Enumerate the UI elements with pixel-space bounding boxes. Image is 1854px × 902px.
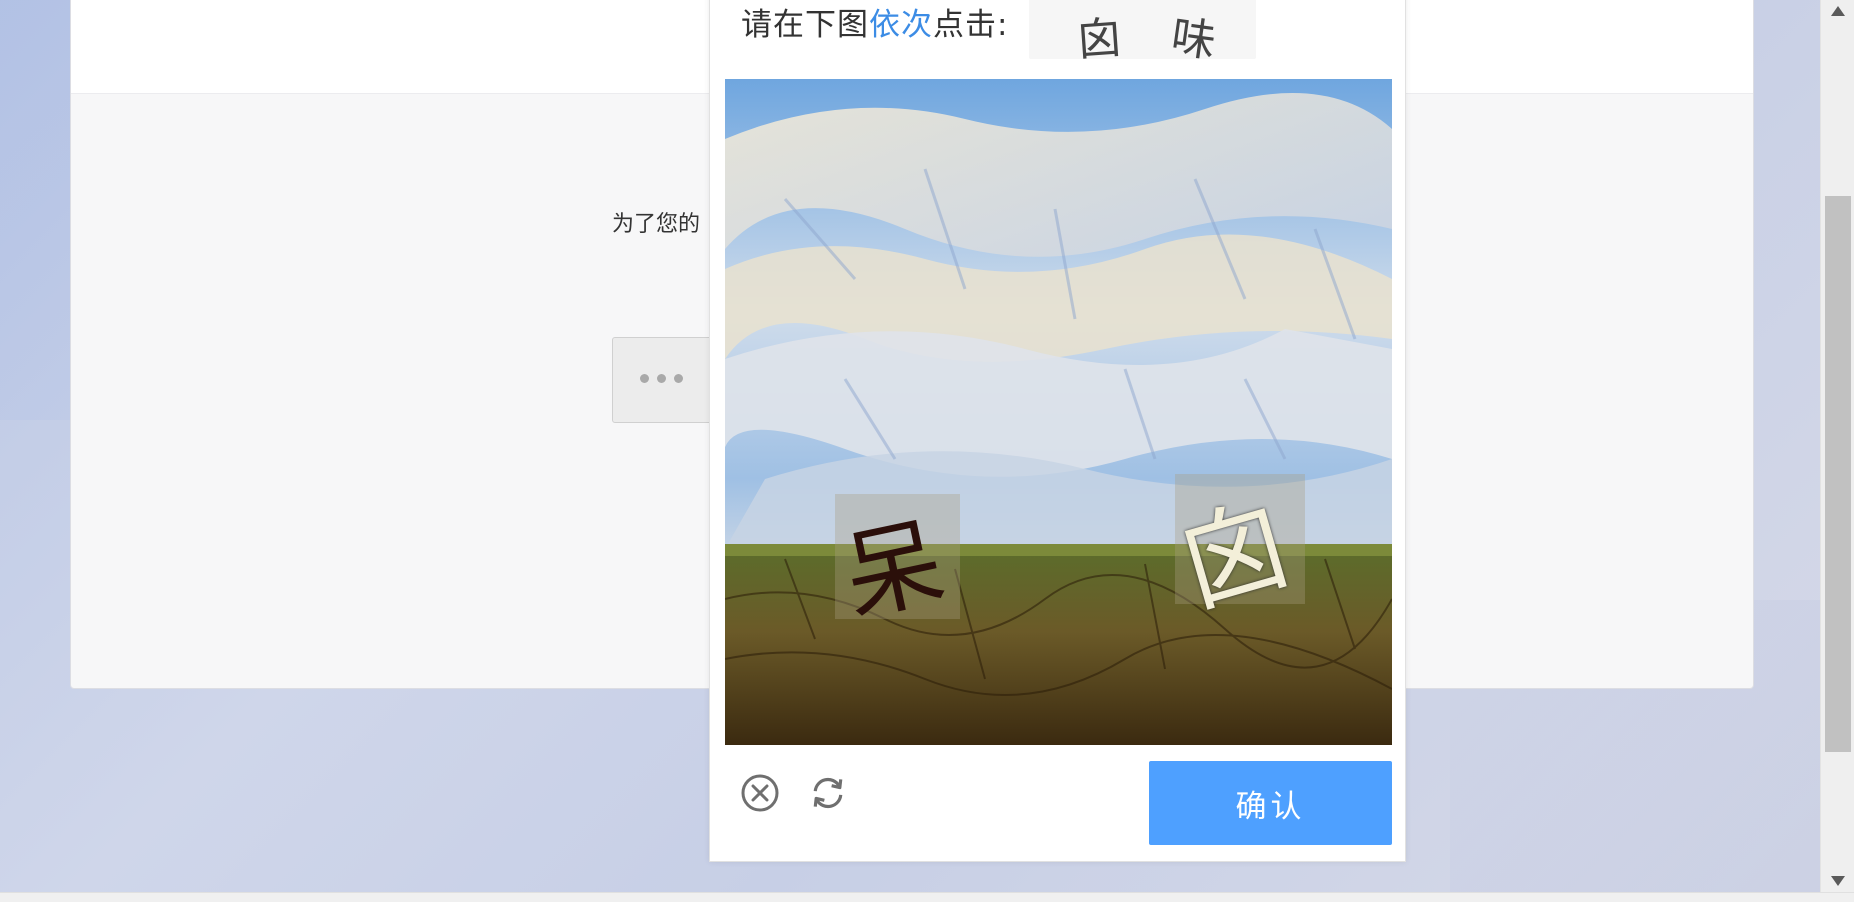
- target-char-1: 囟: [1075, 12, 1124, 67]
- loading-dots: [640, 374, 683, 383]
- close-button[interactable]: [740, 773, 780, 813]
- target-characters: 囟 味: [1029, 0, 1256, 68]
- scroll-down-icon[interactable]: [1831, 876, 1845, 886]
- loading-dot: [640, 374, 649, 383]
- refresh-button[interactable]: [808, 773, 848, 813]
- instruction-prefix: 请在下图: [741, 7, 869, 43]
- instruction-suffix: 点击:: [933, 7, 1009, 43]
- confirm-button[interactable]: 确认: [1149, 761, 1392, 845]
- loading-dot: [657, 374, 666, 383]
- instruction-highlight: 依次: [869, 7, 933, 43]
- loading-dot: [674, 374, 683, 383]
- captcha-scene: [725, 79, 1392, 745]
- target-char-2: 味: [1168, 11, 1219, 68]
- loading-indicator: [612, 337, 723, 423]
- captcha-instruction: 请在下图依次点击:: [741, 0, 1008, 44]
- refresh-icon: [813, 777, 843, 809]
- vertical-scrollbar[interactable]: [1820, 0, 1854, 892]
- scrollbar-thumb[interactable]: [1825, 196, 1851, 752]
- captcha-image[interactable]: 呆 囟: [725, 79, 1392, 745]
- click-captcha-dialog: 请在下图依次点击: 囟 味 呆 囟 确认: [709, 0, 1406, 862]
- scroll-up-icon[interactable]: [1831, 6, 1845, 16]
- security-notice-text: 为了您的: [612, 212, 701, 237]
- close-circle-icon: [741, 774, 779, 812]
- horizontal-scrollbar[interactable]: [0, 892, 1854, 902]
- captcha-tools: [740, 773, 848, 813]
